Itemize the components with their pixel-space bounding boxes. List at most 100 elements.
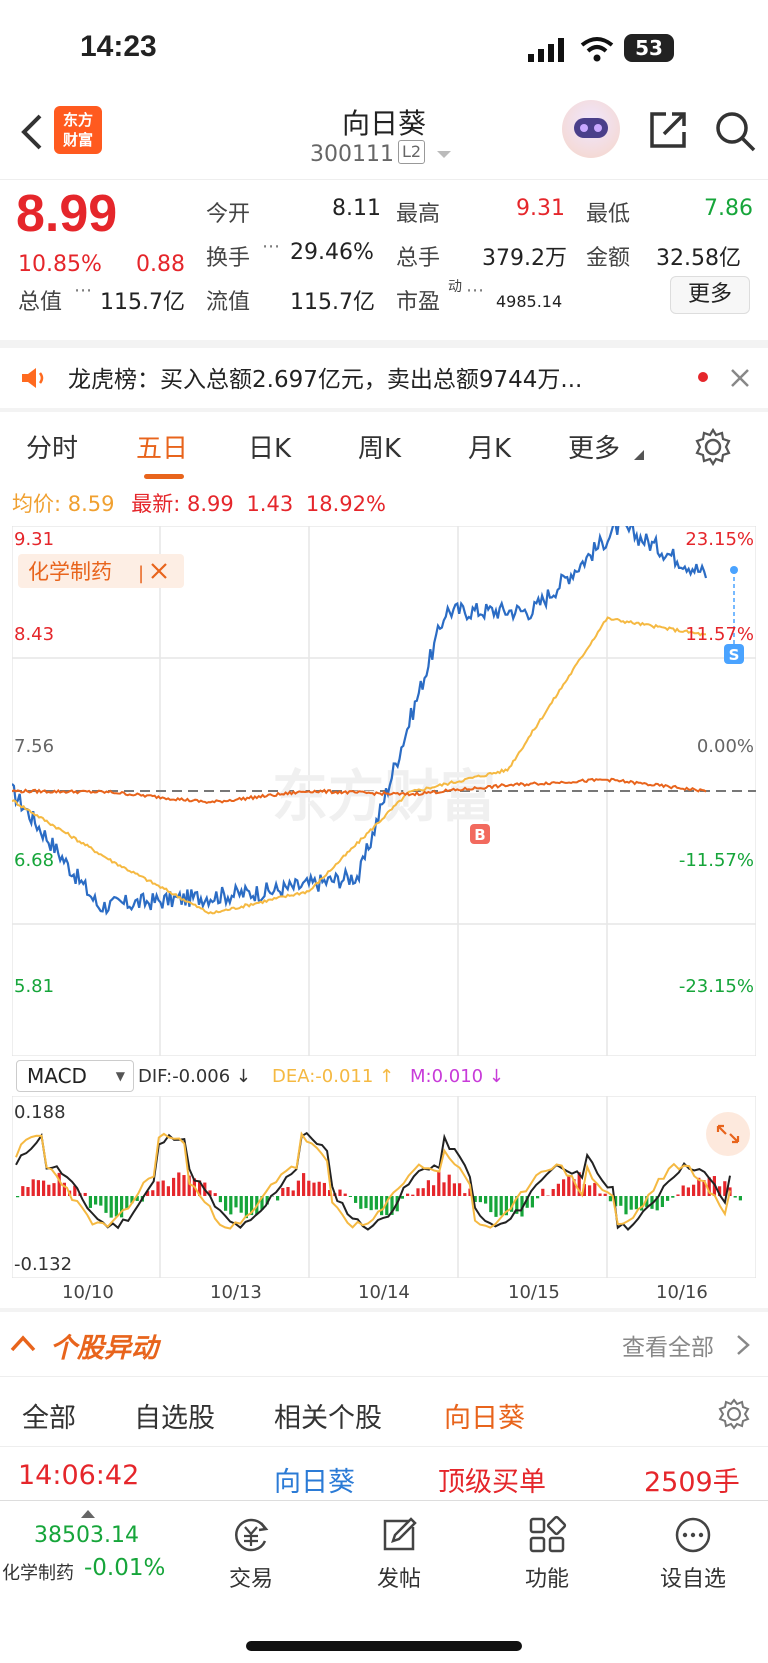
macd-bar bbox=[551, 1188, 555, 1196]
y-left-5: 5.81 bbox=[14, 976, 54, 997]
movement-row[interactable]: 14:06:42 向日葵 顶级买单 2509手 bbox=[0, 1446, 768, 1500]
indicator-select[interactable]: MACD ▼ bbox=[16, 1060, 134, 1092]
nav-trade-label: 交易 bbox=[228, 1567, 273, 1592]
macd-bar bbox=[94, 1196, 98, 1205]
macd-bar bbox=[432, 1185, 436, 1196]
chevron-right-icon[interactable] bbox=[736, 1334, 750, 1356]
macd-bar bbox=[686, 1187, 690, 1196]
macd-bar bbox=[42, 1180, 46, 1196]
speaker-icon bbox=[22, 368, 44, 388]
index-name[interactable]: 化学制药 bbox=[2, 1559, 74, 1585]
macd-bar bbox=[57, 1172, 61, 1196]
intraday-chart[interactable]: 东方财富 化学制药 | B S 9.31 8.43 7.56 6.68 5.81… bbox=[12, 526, 756, 1056]
filter-watchlist[interactable]: 自选股 bbox=[134, 1396, 215, 1435]
macd-bar bbox=[588, 1185, 592, 1196]
assistant-avatar[interactable] bbox=[562, 100, 620, 158]
macd-bar bbox=[619, 1196, 623, 1206]
sell-marker: S bbox=[729, 646, 740, 664]
select-caret-icon: ▼ bbox=[115, 1069, 125, 1083]
macd-bar bbox=[692, 1184, 696, 1196]
macd-bar bbox=[348, 1196, 352, 1197]
home-indicator bbox=[246, 1641, 522, 1651]
x-label-5: 10/16 bbox=[656, 1282, 708, 1303]
indicator-select-label: MACD bbox=[27, 1064, 87, 1088]
macd-bar bbox=[21, 1186, 25, 1196]
y-left-2: 8.43 bbox=[14, 624, 54, 645]
info-dots-icon[interactable]: ⋯ bbox=[262, 236, 280, 257]
section-divider bbox=[0, 340, 768, 348]
macd-bar bbox=[733, 1196, 737, 1198]
index-value[interactable]: 38503.14 bbox=[34, 1523, 139, 1548]
share-icon[interactable] bbox=[648, 110, 688, 150]
notice-text: 龙虎榜：买入总额2.697亿元，卖出总额9744万... bbox=[68, 367, 583, 393]
view-all-link[interactable]: 查看全部 bbox=[622, 1328, 714, 1362]
macd-chart[interactable]: 0.188 -0.132 bbox=[12, 1096, 756, 1278]
filter-stock[interactable]: 向日葵 bbox=[444, 1396, 525, 1435]
tab-five-day[interactable]: 五日 bbox=[136, 428, 188, 465]
expand-button[interactable] bbox=[706, 1112, 750, 1156]
macd-bar bbox=[229, 1196, 233, 1215]
macd-bar bbox=[151, 1190, 155, 1196]
nav-watchlist[interactable]: 设自选 bbox=[638, 1515, 748, 1593]
macd-bar bbox=[681, 1185, 685, 1196]
expand-up-caret-icon[interactable] bbox=[80, 1509, 96, 1519]
macd-bar bbox=[447, 1174, 451, 1196]
section-divider bbox=[0, 1376, 768, 1377]
bottom-nav: 38503.14 化学制药 -0.01% 交易 发帖 功能 设自选 bbox=[0, 1500, 768, 1663]
movement-header[interactable]: 个股异动 查看全部 bbox=[0, 1312, 768, 1376]
notice-bar[interactable]: 龙虎榜：买入总额2.697亿元，卖出总额9744万... bbox=[0, 348, 768, 408]
collapse-chevron-icon[interactable] bbox=[10, 1334, 36, 1352]
macd-bar bbox=[26, 1187, 30, 1196]
macd-bar bbox=[239, 1196, 243, 1213]
index-change[interactable]: -0.01% bbox=[84, 1555, 165, 1581]
macd-bar bbox=[369, 1196, 373, 1211]
macd-bar bbox=[541, 1188, 545, 1196]
price-summary: 均价: 8.59 最新: 8.99 1.43 18.92% bbox=[12, 488, 768, 518]
level2-badge[interactable]: L2 bbox=[398, 140, 426, 164]
macd-bar bbox=[36, 1180, 40, 1196]
info-dots-icon[interactable]: ⋯ bbox=[74, 280, 92, 301]
nav-function[interactable]: 功能 bbox=[492, 1515, 602, 1593]
tab-minute[interactable]: 分时 bbox=[26, 428, 78, 465]
quote-panel: 8.99 10.85% 0.88 今开 8.11 最高 9.31 最低 7.86… bbox=[0, 180, 768, 340]
status-bar: 14:23 53 bbox=[0, 0, 768, 100]
event-stock[interactable]: 向日葵 bbox=[274, 1460, 355, 1499]
macd-bar bbox=[634, 1196, 638, 1210]
macd-bar bbox=[562, 1179, 566, 1196]
info-dots-icon[interactable]: ⋯ bbox=[466, 280, 484, 301]
macd-bar bbox=[411, 1194, 415, 1196]
macd-bar bbox=[406, 1193, 410, 1196]
tab-more[interactable]: 更多 bbox=[568, 428, 620, 465]
macd-bar bbox=[458, 1183, 462, 1196]
macd-bar bbox=[322, 1182, 326, 1196]
y-left-4: 6.68 bbox=[14, 850, 54, 871]
high-value: 9.31 bbox=[516, 196, 565, 221]
macd-bar bbox=[52, 1183, 56, 1196]
tab-daily-k[interactable]: 日K bbox=[248, 428, 291, 465]
tab-weekly-k[interactable]: 周K bbox=[358, 428, 401, 465]
nav-post[interactable]: 发帖 bbox=[344, 1515, 454, 1593]
dropdown-caret-icon[interactable] bbox=[436, 150, 452, 160]
macd-bar bbox=[234, 1196, 238, 1208]
macd-bar bbox=[676, 1194, 680, 1196]
macd-bar bbox=[31, 1179, 35, 1196]
filter-all[interactable]: 全部 bbox=[22, 1396, 76, 1435]
close-icon[interactable] bbox=[730, 368, 750, 388]
clock: 14:23 bbox=[80, 30, 157, 63]
tab-monthly-k[interactable]: 月K bbox=[468, 428, 511, 465]
settings-gear-icon[interactable] bbox=[718, 1398, 750, 1430]
macd-bar bbox=[109, 1196, 113, 1218]
y-right-1: 23.15% bbox=[685, 529, 754, 550]
settings-gear-icon[interactable] bbox=[694, 428, 732, 466]
macd-bar bbox=[608, 1196, 612, 1202]
macd-bar bbox=[499, 1196, 503, 1216]
nav-trade[interactable]: 交易 bbox=[196, 1515, 306, 1593]
filter-related[interactable]: 相关个股 bbox=[274, 1396, 382, 1435]
change-percent: 10.85% bbox=[18, 252, 102, 277]
search-icon[interactable] bbox=[714, 110, 758, 154]
more-circle-icon bbox=[675, 1517, 711, 1553]
more-button[interactable]: 更多 bbox=[670, 276, 750, 314]
macd-bar bbox=[374, 1196, 378, 1210]
buy-marker: B bbox=[474, 826, 485, 844]
macd-bar bbox=[380, 1196, 384, 1216]
